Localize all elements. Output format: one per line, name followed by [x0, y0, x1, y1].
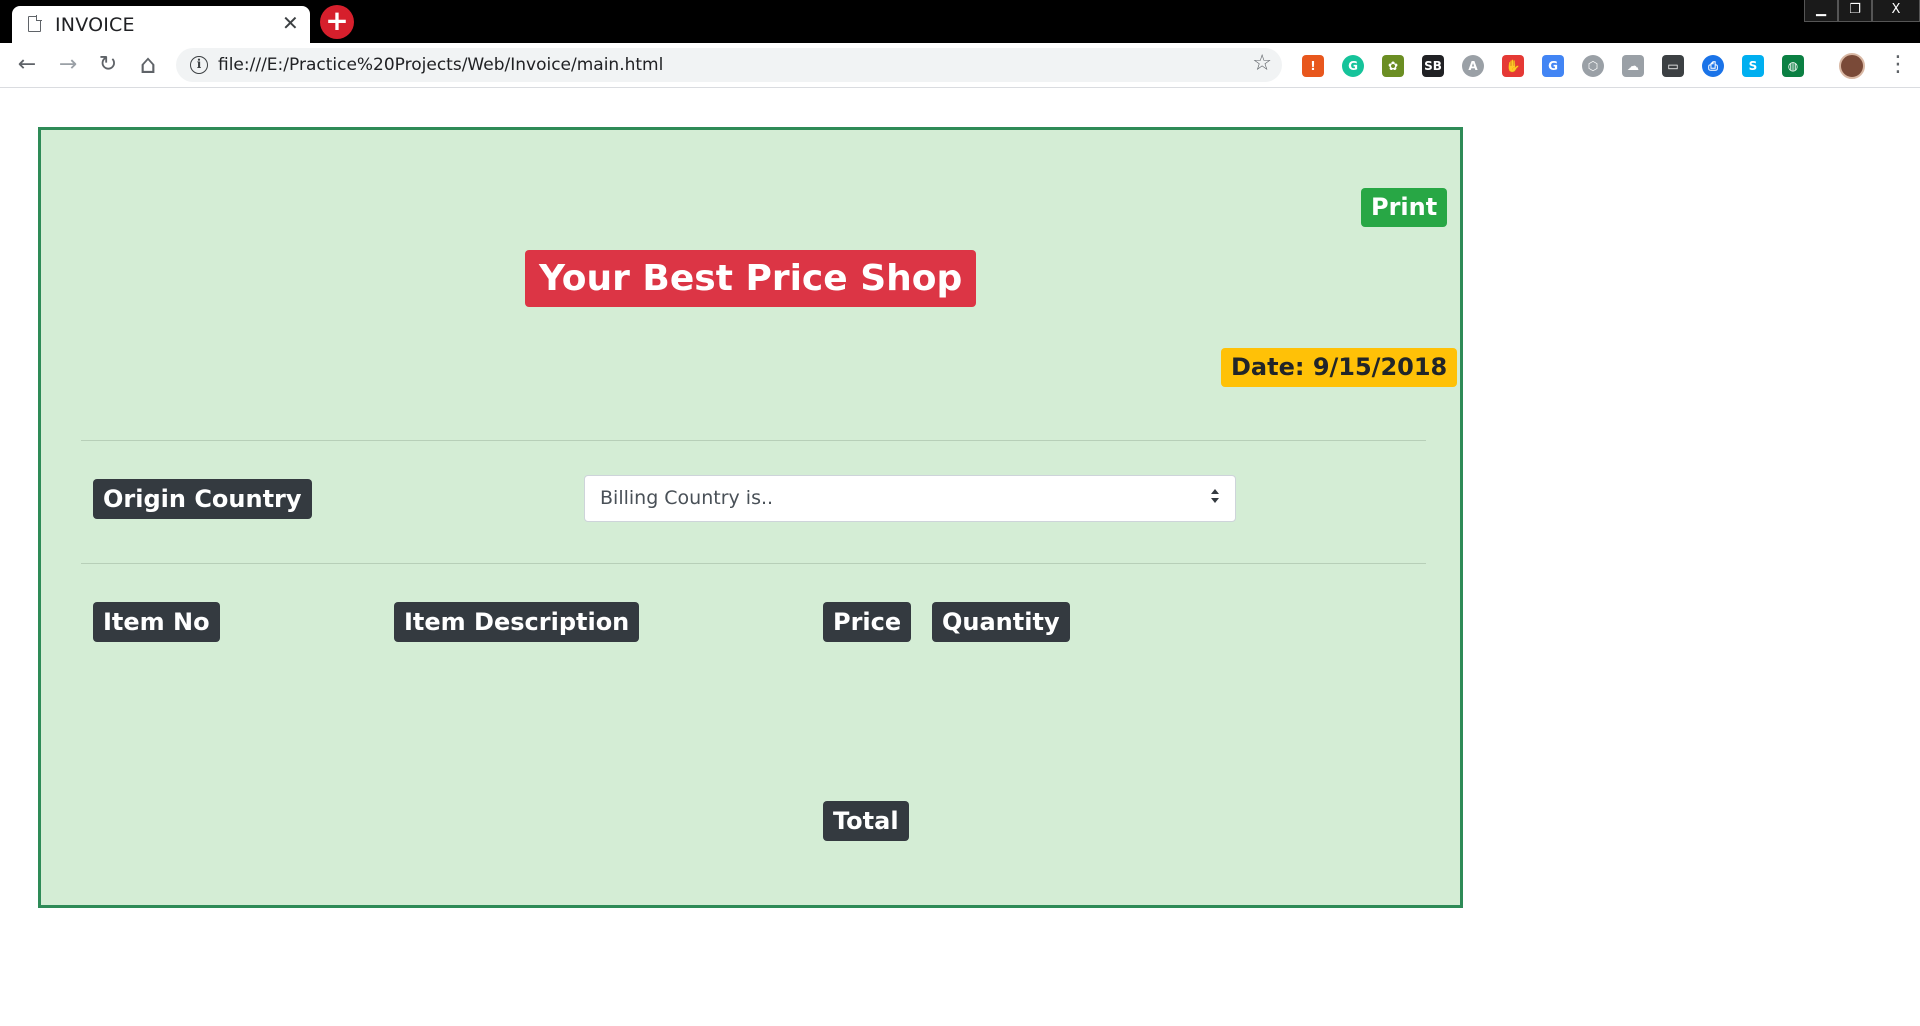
home-icon[interactable]: ⌂ [134, 51, 162, 79]
back-arrow-icon[interactable]: ← [13, 51, 41, 79]
translate-lite-extension-icon[interactable]: A [1462, 55, 1484, 77]
total-label: Total [823, 801, 909, 841]
document-icon [28, 15, 42, 32]
cube-extension-icon[interactable]: ⬡ [1582, 55, 1604, 77]
browser-title-bar: INVOICE ✕ + ▁ ❐ X [0, 0, 1920, 43]
minimize-button[interactable]: ▁ [1804, 0, 1838, 22]
column-header-item-no: Item No [93, 602, 220, 642]
url-text[interactable]: file:///E:/Practice%20Projects/Web/Invoi… [218, 55, 663, 75]
globe-extension-icon[interactable]: ◍ [1782, 55, 1804, 77]
print-button[interactable]: Print [1361, 188, 1448, 227]
origin-country-label: Origin Country [93, 479, 312, 519]
sb-extension-icon[interactable]: SB [1422, 55, 1444, 77]
site-info-icon[interactable]: i [190, 56, 208, 74]
browser-toolbar: ← → ↻ ⌂ i file:///E:/Practice%20Projects… [0, 43, 1920, 88]
column-header-item-description: Item Description [394, 602, 640, 642]
alert-extension-icon[interactable]: ! [1302, 55, 1324, 77]
kebab-menu-icon[interactable]: ⋮ [1887, 51, 1909, 79]
date-badge: Date: 9/15/2018 [1221, 348, 1458, 387]
divider [81, 440, 1426, 441]
google-translate-extension-icon[interactable]: G [1542, 55, 1564, 77]
select-value: Billing Country is.. [600, 487, 774, 509]
cast-extension-icon[interactable]: ▭ [1662, 55, 1684, 77]
column-header-price: Price [823, 602, 912, 642]
skype-extension-icon[interactable]: S [1742, 55, 1764, 77]
close-window-button[interactable]: X [1872, 0, 1920, 22]
divider [81, 563, 1426, 564]
grammarly-extension-icon[interactable]: G [1342, 55, 1364, 77]
plant-extension-icon[interactable]: ✿ [1382, 55, 1404, 77]
address-bar[interactable]: i file:///E:/Practice%20Projects/Web/Inv… [176, 48, 1282, 82]
invoice-panel: Print Your Best Price Shop Date: 9/15/20… [38, 127, 1463, 908]
select-chevron-icon [1211, 489, 1221, 507]
shop-title: Your Best Price Shop [525, 250, 977, 307]
cloud-extension-icon[interactable]: ☁ [1622, 55, 1644, 77]
new-tab-button[interactable]: + [320, 5, 354, 39]
window-controls: ▁ ❐ X [1804, 0, 1920, 22]
forward-arrow-icon[interactable]: → [54, 51, 82, 79]
stop-extension-icon[interactable]: ✋ [1502, 55, 1524, 77]
reload-icon[interactable]: ↻ [94, 51, 122, 79]
tab-title: INVOICE [55, 14, 135, 36]
profile-avatar[interactable] [1839, 53, 1865, 79]
tab-close-icon[interactable]: ✕ [282, 11, 299, 35]
browser-tab-invoice[interactable]: INVOICE ✕ [12, 6, 310, 43]
bookmark-star-icon[interactable]: ☆ [1252, 51, 1272, 76]
billing-country-select[interactable]: Billing Country is.. [584, 475, 1236, 522]
restore-button[interactable]: ❐ [1838, 0, 1872, 22]
printer-extension-icon[interactable]: ⎙ [1702, 55, 1724, 77]
column-header-quantity: Quantity [932, 602, 1070, 642]
